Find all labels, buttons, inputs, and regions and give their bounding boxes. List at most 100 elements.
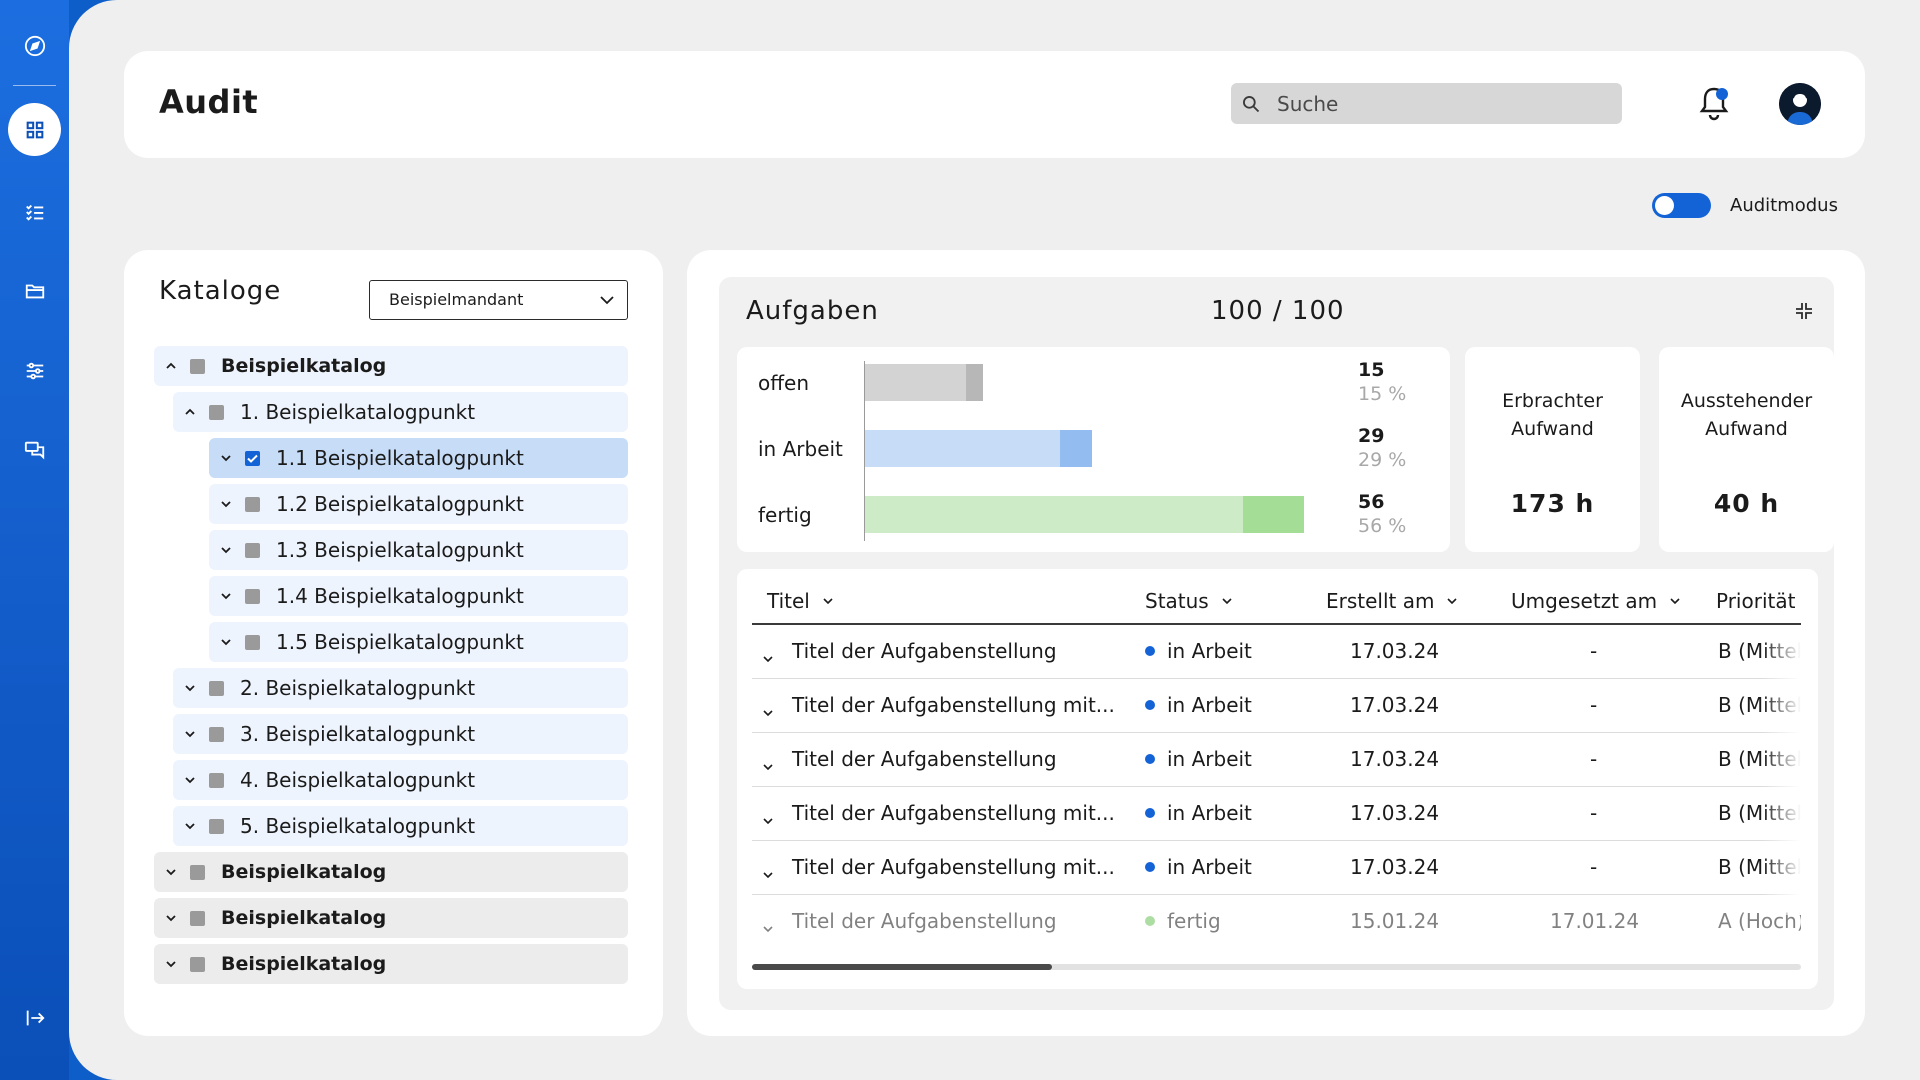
cell-status: in Arbeit (1145, 639, 1252, 663)
page-title: Audit (159, 83, 259, 121)
table-row[interactable]: Titel der Aufgabenstellung mit... in Arb… (752, 841, 1801, 895)
stat-bar-done-light (865, 496, 1304, 533)
chevron-down-icon[interactable] (183, 681, 197, 695)
chevron-down-icon[interactable] (219, 543, 233, 557)
checkbox[interactable] (209, 818, 224, 834)
tree-item-label: 1.5 Beispielkatalogpunkt (276, 630, 524, 654)
column-header-status[interactable]: Status (1145, 589, 1233, 613)
table-row[interactable]: Titel der Aufgabenstellung in Arbeit 17.… (752, 625, 1801, 679)
cell-implemented: - (1590, 801, 1598, 825)
checkbox[interactable] (245, 542, 260, 558)
checkbox[interactable] (190, 956, 205, 972)
checkbox[interactable] (190, 864, 205, 880)
tree-item-label: 5. Beispielkatalogpunkt (240, 814, 476, 838)
chevron-down-icon[interactable] (219, 497, 233, 511)
collapse-icon[interactable] (1795, 302, 1813, 320)
chevron-down-icon[interactable] (183, 727, 197, 741)
chevron-down-icon[interactable] (762, 644, 774, 668)
checkbox[interactable] (209, 680, 224, 696)
table-row[interactable]: Titel der Aufgabenstellung in Arbeit 17.… (752, 733, 1801, 787)
tree-item-1-5[interactable]: 1.5 Beispielkatalogpunkt (209, 622, 628, 662)
chevron-down-icon[interactable] (762, 860, 774, 884)
chat-icon[interactable] (8, 423, 61, 476)
compass-icon[interactable] (8, 19, 61, 72)
checklist-icon[interactable] (8, 185, 61, 238)
tasks-table-card: Titel Status Erstellt am Umgesetzt am Pr… (737, 569, 1818, 989)
chevron-down-icon[interactable] (219, 635, 233, 649)
checkbox[interactable] (209, 404, 224, 420)
chevron-up-icon[interactable] (183, 405, 197, 419)
tree-item-3[interactable]: 3. Beispielkatalogpunkt (173, 714, 628, 754)
checkbox[interactable] (245, 588, 260, 604)
horizontal-scrollbar[interactable] (752, 964, 1801, 970)
cell-created: 17.03.24 (1350, 855, 1440, 879)
stat-count-in-progress: 29 (1358, 425, 1385, 447)
cell-priority: B (Mittel) (1718, 693, 1801, 717)
checkbox[interactable] (190, 910, 205, 926)
folder-icon[interactable] (8, 264, 61, 317)
stat-percent-done: 56 % (1358, 515, 1407, 537)
tree-item-1-1[interactable]: 1.1 Beispielkatalogpunkt (209, 438, 628, 478)
checkbox[interactable] (245, 496, 260, 512)
logout-icon[interactable] (8, 991, 61, 1044)
cell-implemented: 17.01.24 (1550, 909, 1640, 933)
tree-catalog-2[interactable]: Beispielkatalog (154, 852, 628, 892)
chevron-down-icon[interactable] (219, 589, 233, 603)
column-header-title[interactable]: Titel (767, 589, 834, 613)
table-row[interactable]: Titel der Aufgabenstellung mit... in Arb… (752, 679, 1801, 733)
column-header-priority[interactable]: Priorität (1716, 589, 1795, 613)
chevron-down-icon (823, 598, 833, 605)
tree-item-1[interactable]: 1. Beispielkatalogpunkt (173, 392, 628, 432)
tree-item-4[interactable]: 4. Beispielkatalogpunkt (173, 760, 628, 800)
tree-catalog-3[interactable]: Beispielkatalog (154, 898, 628, 938)
tree-item-5[interactable]: 5. Beispielkatalogpunkt (173, 806, 628, 846)
column-header-label: Status (1145, 589, 1209, 613)
cell-implemented: - (1590, 639, 1598, 663)
search-box[interactable] (1231, 83, 1622, 124)
chevron-up-icon[interactable] (164, 359, 178, 373)
chevron-down-icon[interactable] (762, 914, 774, 938)
chevron-down-icon[interactable] (164, 957, 178, 971)
chevron-down-icon (1447, 598, 1458, 605)
tree-catalog-4[interactable]: Beispielkatalog (154, 944, 628, 984)
chevron-down-icon[interactable] (762, 698, 774, 722)
column-header-created[interactable]: Erstellt am (1326, 589, 1458, 613)
chevron-down-icon[interactable] (164, 911, 178, 925)
chevron-down-icon[interactable] (219, 451, 233, 465)
tree-catalog-1[interactable]: Beispielkatalog (154, 346, 628, 386)
tree-item-1-3[interactable]: 1.3 Beispielkatalogpunkt (209, 530, 628, 570)
column-header-implemented[interactable]: Umgesetzt am (1511, 589, 1681, 613)
user-avatar-icon[interactable] (1779, 83, 1821, 125)
tasks-table: Titel Status Erstellt am Umgesetzt am Pr… (752, 569, 1801, 964)
stat-label-open: offen (758, 371, 809, 395)
tasks-panel: Aufgaben 100 / 100 offen 15 15 % in Arbe… (687, 250, 1865, 1036)
status-label: in Arbeit (1167, 639, 1252, 663)
checkbox[interactable] (209, 772, 224, 788)
audit-mode-toggle[interactable] (1652, 193, 1711, 218)
dashboard-icon[interactable] (8, 103, 61, 156)
main-area: Audit Auditmodus Kataloge Beispielmandan… (69, 0, 1920, 1080)
chevron-down-icon[interactable] (762, 752, 774, 776)
client-select[interactable]: Beispielmandant (369, 280, 628, 320)
table-row[interactable]: Titel der Aufgabenstellung fertig 15.01.… (752, 895, 1801, 949)
chevron-down-icon[interactable] (183, 819, 197, 833)
chevron-down-icon[interactable] (762, 806, 774, 830)
sliders-icon[interactable] (8, 344, 61, 397)
checkbox[interactable] (245, 634, 260, 650)
chevron-down-icon (600, 296, 614, 305)
scrollbar-thumb[interactable] (752, 964, 1052, 970)
checkbox[interactable] (190, 358, 205, 374)
tasks-card: Aufgaben 100 / 100 offen 15 15 % in Arbe… (719, 277, 1834, 1010)
tree-item-2[interactable]: 2. Beispielkatalogpunkt (173, 668, 628, 708)
checkbox[interactable] (209, 726, 224, 742)
chevron-down-icon[interactable] (164, 865, 178, 879)
checkbox-checked[interactable] (245, 450, 260, 466)
effort-pending-card: Ausstehender Aufwand 40 h (1659, 347, 1834, 552)
tree-item-1-4[interactable]: 1.4 Beispielkatalogpunkt (209, 576, 628, 616)
status-dot (1145, 807, 1155, 818)
stat-bar-done (865, 496, 1304, 533)
tree-item-1-2[interactable]: 1.2 Beispielkatalogpunkt (209, 484, 628, 524)
chevron-down-icon[interactable] (183, 773, 197, 787)
search-input[interactable] (1277, 83, 1607, 124)
table-row[interactable]: Titel der Aufgabenstellung mit... in Arb… (752, 787, 1801, 841)
